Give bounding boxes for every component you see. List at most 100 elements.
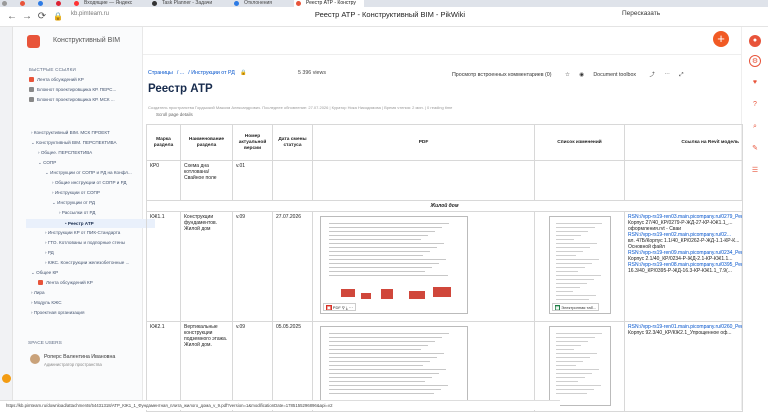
document-toolbox-button[interactable]: Document toolbox xyxy=(593,72,636,78)
search-icon[interactable]: ⌕ xyxy=(749,121,761,133)
col-header[interactable]: Марка раздела xyxy=(146,124,181,161)
tree-item[interactable]: › Конструктивный BIM. МСК ПРОЕКТ xyxy=(31,130,110,135)
back-arrow-icon[interactable]: ← xyxy=(6,11,18,23)
drawing-line xyxy=(329,353,444,354)
browser-tab[interactable]: Task Planner - Задачи xyxy=(150,0,230,7)
crumb-pages[interactable]: Страницы xyxy=(148,70,173,76)
drawing-line xyxy=(555,381,578,382)
reload-icon[interactable]: ⟳ xyxy=(36,11,48,23)
quick-link-item[interactable]: Блокнот проектировщика КР. МСК ... xyxy=(29,97,115,102)
drawing-line xyxy=(555,271,578,272)
drawing-line xyxy=(555,247,590,248)
tree-item[interactable]: › Общее. ПЕРСПЕКТИВА xyxy=(38,150,92,155)
pdf-preview[interactable]: ▣ PDF ⚲ ⤓ ⋯ xyxy=(320,216,468,314)
browser-tab[interactable] xyxy=(54,0,70,7)
share-icon[interactable]: ⤴ xyxy=(650,72,655,78)
browser-tab[interactable]: Входящие — Яндекс xyxy=(72,0,148,7)
browser-tab[interactable]: Реестр АТР - Констру xyxy=(294,0,364,7)
app-icon[interactable] xyxy=(2,374,11,383)
user-name[interactable]: Роперс Валентина Ивановна xyxy=(44,354,115,360)
col-header[interactable]: Ссылка на Revit модель xyxy=(624,124,743,161)
changes-preview[interactable] xyxy=(548,326,611,406)
create-button[interactable]: + xyxy=(713,31,729,47)
cell-version[interactable]: v.09 xyxy=(232,211,273,322)
translate-button[interactable]: Пересказать xyxy=(622,10,660,17)
drawing-line xyxy=(329,247,437,248)
tree-item[interactable]: ⌄ СОПР xyxy=(38,160,56,166)
tree-item[interactable]: › Модуль КЖС xyxy=(31,300,62,305)
lock-icon[interactable]: 🔒 xyxy=(240,70,247,76)
cell-changes: ▦ Электронная таб... xyxy=(534,211,625,322)
bookmark-icon[interactable]: ♥ xyxy=(749,77,761,89)
cell-version: v.01 xyxy=(232,160,273,201)
drawing-line xyxy=(555,385,601,386)
tree-item[interactable]: Лента обсуждений КР xyxy=(38,280,93,285)
drawing-line xyxy=(555,279,594,280)
forward-arrow-icon[interactable]: → xyxy=(21,11,33,23)
drawing-line xyxy=(329,243,444,244)
drawing-line xyxy=(555,251,583,252)
more-icon[interactable]: ⋯ xyxy=(664,72,669,78)
tab-favicon-icon xyxy=(296,1,301,6)
star-icon[interactable]: ☆ xyxy=(565,72,570,78)
avatar[interactable] xyxy=(30,354,40,364)
watch-icon[interactable]: ◉ xyxy=(579,72,584,78)
browser-tab[interactable] xyxy=(0,0,16,7)
tree-item[interactable]: › Лира xyxy=(31,290,45,295)
tree-item[interactable]: › Инструкции от СОПР xyxy=(52,190,100,195)
quick-links-header: БЫСТРЫЕ ССЫЛКИ xyxy=(29,67,77,72)
tree-item[interactable]: ⌄ Общее КР xyxy=(31,270,58,276)
breadcrumb: Страницы / ... / Инструкции от РД 🔒 xyxy=(148,70,247,76)
quick-link-item[interactable]: Лента обсуждений КР xyxy=(29,77,84,82)
tree-item[interactable]: ⌄ Инструкции от СОПР и РД на Конфл... xyxy=(45,170,132,176)
help-icon[interactable]: ? xyxy=(749,99,761,111)
drawing-line xyxy=(555,349,574,350)
expand-icon[interactable]: ⤢ xyxy=(679,72,683,78)
tree-item[interactable]: › Проектная организация xyxy=(31,310,85,315)
space-logo[interactable] xyxy=(27,35,40,48)
crumb-instructions[interactable]: Инструкции от РД xyxy=(191,70,235,76)
url-field[interactable]: kb.pimteam.ru xyxy=(71,11,109,17)
drawing-block xyxy=(361,293,371,299)
tree-item[interactable]: ⌄ Конструктивный BIM. ПЕРСПЕКТИВА xyxy=(31,140,117,146)
table-row: КЖ1.1 Конструкции фундаментов. Жилой дом… xyxy=(146,211,743,322)
tree-item[interactable]: › Инструкции КР от ПИК-Стандарта xyxy=(45,230,120,235)
tree-item[interactable]: › КЖС. Конструкции железобетонные ... xyxy=(45,260,129,265)
browser-tab[interactable] xyxy=(18,0,34,7)
edit-icon[interactable]: ✎ xyxy=(749,143,761,155)
cell-version[interactable]: v.09 xyxy=(232,321,273,412)
scroll-page-details-link[interactable]: Scroll page details xyxy=(156,112,193,117)
spreadsheet-toolbar[interactable]: ▦ Электронная таб... xyxy=(551,303,600,311)
drawing-line xyxy=(555,243,597,244)
tree-item[interactable]: › ГТО. Котлованы и подпорные стены xyxy=(45,240,125,245)
settings-icon[interactable]: ⚙ xyxy=(749,55,761,67)
drawing-line xyxy=(329,389,441,390)
crumb-ellipsis[interactable]: ... xyxy=(180,70,184,76)
col-header[interactable]: Дата смены статуса xyxy=(272,124,313,161)
drawing-line xyxy=(555,369,599,370)
changes-preview[interactable]: ▦ Электронная таб... xyxy=(548,216,611,314)
drawing-line xyxy=(329,231,435,232)
pdf-toolbar[interactable]: ▣ PDF ⚲ ⤓ ⋯ xyxy=(323,303,356,311)
col-header[interactable]: Номер актуальной версии xyxy=(232,124,273,161)
browser-tab[interactable]: Отклонения xyxy=(232,0,292,7)
quick-link-item[interactable]: Блокнот проектировщика КР. ПЕРС... xyxy=(29,87,116,92)
tree-item[interactable]: › Рассылки от РД xyxy=(59,210,95,215)
col-header[interactable]: PDF xyxy=(312,124,535,161)
cell-mark: КЖ2.1 xyxy=(146,321,181,412)
tree-item[interactable]: ⌄ Инструкции от РД xyxy=(52,200,95,206)
pdf-preview[interactable] xyxy=(320,326,468,406)
tree-item-selected[interactable]: • Реестр АТР xyxy=(26,219,155,228)
col-header[interactable]: Наименование раздела xyxy=(180,124,233,161)
browser-tab[interactable] xyxy=(36,0,52,7)
space-name[interactable]: Конструктивный BIM xyxy=(53,37,120,44)
drawing-line xyxy=(555,223,602,224)
col-header[interactable]: Список изменений xyxy=(534,124,625,161)
tree-item[interactable]: › Общие инструкции от СОПР и РД xyxy=(52,180,127,185)
notifications-icon[interactable]: ● xyxy=(749,35,761,47)
section-row: Жилой дом xyxy=(146,200,743,212)
inline-comments-button[interactable]: Просмотр встроенных комментариев (0) xyxy=(452,72,552,78)
tree-item[interactable]: › РД xyxy=(45,250,54,255)
orange-page-icon xyxy=(29,77,34,82)
list-icon[interactable]: ☰ xyxy=(749,165,761,177)
